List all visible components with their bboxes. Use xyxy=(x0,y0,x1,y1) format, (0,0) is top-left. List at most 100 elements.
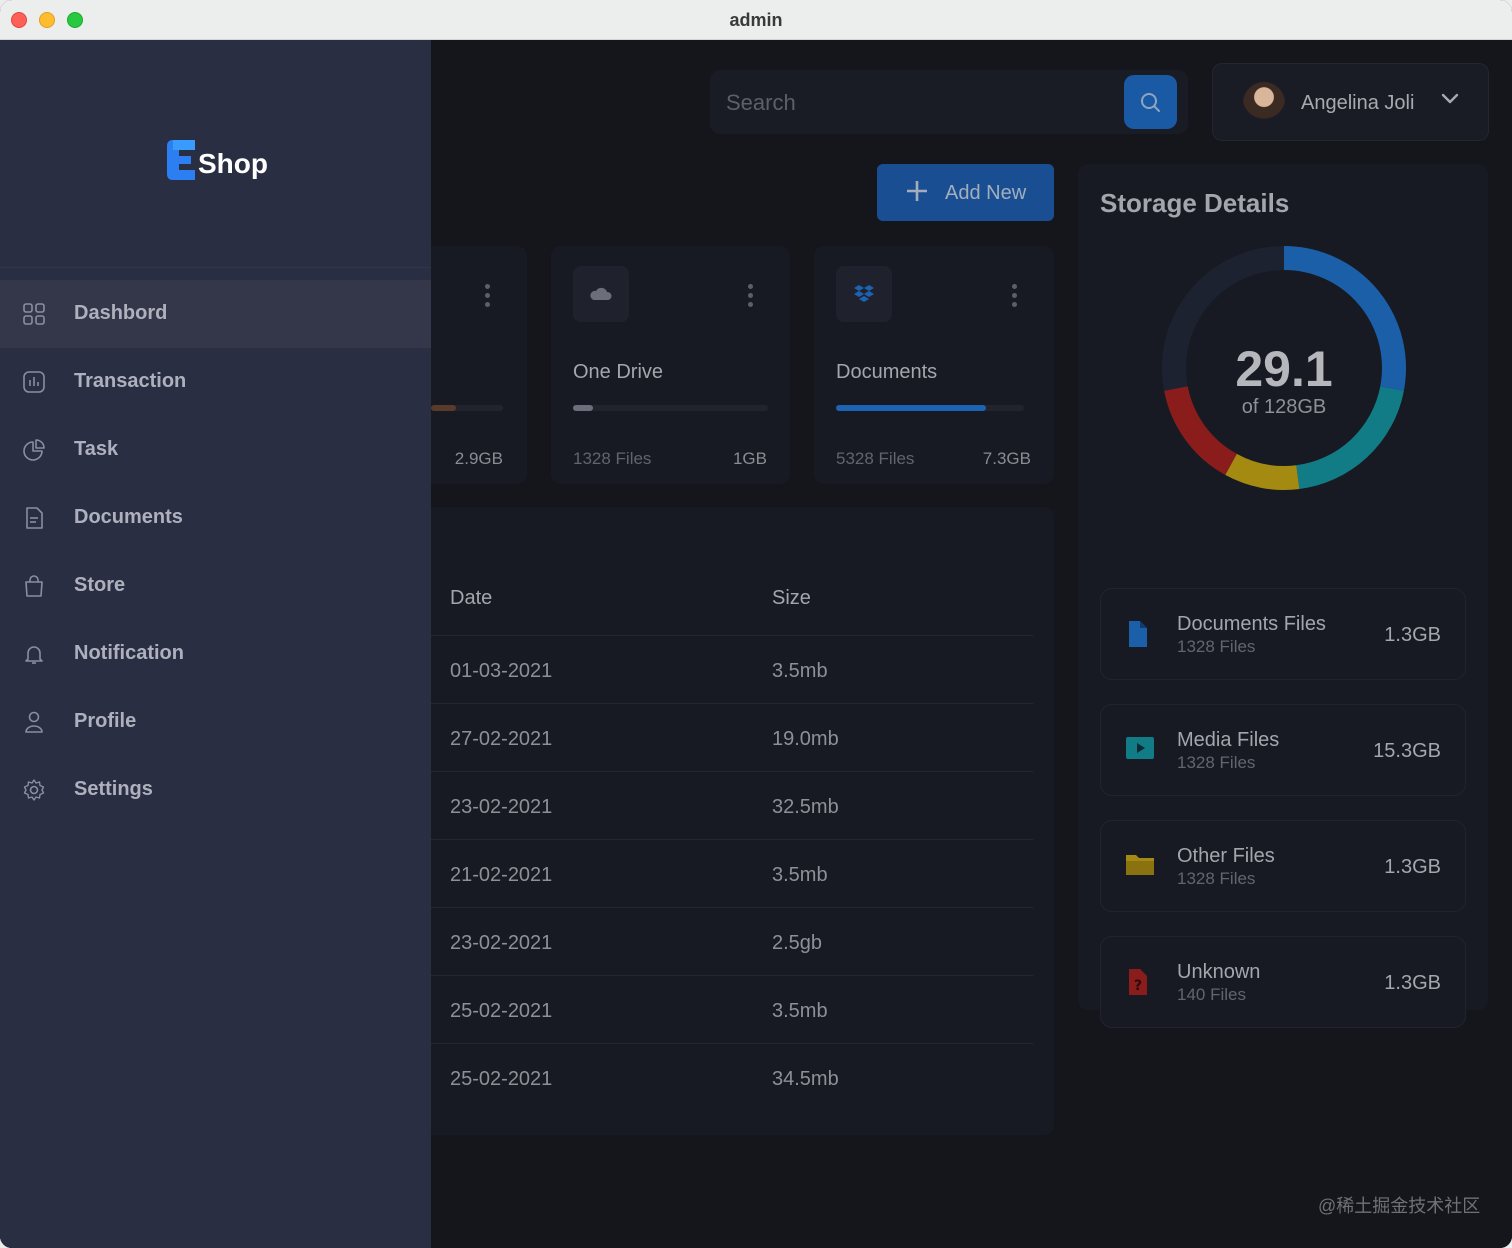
watermark: @稀土掘金技术社区 xyxy=(1318,1196,1481,1216)
shop-logo-icon xyxy=(167,140,195,180)
sidebar-item-store[interactable]: Store xyxy=(0,552,431,620)
search-button[interactable] xyxy=(1124,75,1177,129)
cell-date: 27-02-2021 xyxy=(450,728,553,750)
card-progress-track xyxy=(431,405,503,411)
svg-text:?: ? xyxy=(1134,978,1142,994)
pie-icon xyxy=(23,439,45,461)
cell-date: 25-02-2021 xyxy=(450,1068,553,1090)
more-options-icon[interactable] xyxy=(748,284,754,311)
table-row[interactable]: 01-03-2021 3.5mb xyxy=(431,635,1033,703)
table-row[interactable]: 21-02-2021 3.5mb xyxy=(431,839,1033,907)
cloud-icon xyxy=(590,287,612,300)
bell-icon xyxy=(25,646,43,664)
sidebar-item-notification[interactable]: Notification xyxy=(0,620,431,688)
donut-segment-other xyxy=(1225,453,1300,490)
cell-date: 21-02-2021 xyxy=(450,864,553,886)
cell-date: 23-02-2021 xyxy=(450,932,553,954)
storage-card-documents[interactable]: Documents 5328 Files 7.3GB xyxy=(814,246,1054,484)
sidebar-item-settings[interactable]: Settings xyxy=(0,756,431,824)
cell-size: 2.5gb xyxy=(772,932,823,954)
profile-name: Angelina Joli xyxy=(1301,92,1415,114)
storage-title: Storage Details xyxy=(1100,188,1290,218)
card-progress-track xyxy=(573,405,768,411)
profile-menu[interactable]: Angelina Joli xyxy=(1212,63,1489,141)
more-options-icon[interactable] xyxy=(485,284,491,311)
storage-info-size: 1.3GB xyxy=(1384,856,1441,878)
storage-info-count: 1328 Files xyxy=(1177,869,1256,888)
storage-info-unknown[interactable]: ? Unknown 140 Files 1.3GB xyxy=(1100,936,1466,1028)
table-row[interactable]: 25-02-2021 3.5mb xyxy=(431,975,1033,1043)
table-row[interactable]: 23-02-2021 2.5gb xyxy=(431,907,1033,975)
storage-info-size: 15.3GB xyxy=(1373,740,1441,762)
sidebar: Shop Dashbord Transaction Task Documents… xyxy=(0,40,431,1248)
card-icon-box xyxy=(836,266,892,322)
card-icon-box xyxy=(573,266,629,322)
sidebar-item-label: Dashbord xyxy=(74,302,168,324)
table-row[interactable]: 23-02-2021 32.5mb xyxy=(431,771,1033,839)
user-icon xyxy=(25,711,43,733)
cell-date: 23-02-2021 xyxy=(450,796,553,818)
sidebar-item-label: Profile xyxy=(74,710,137,732)
chevron-down-icon[interactable] xyxy=(1441,92,1459,106)
card-progress-track xyxy=(836,405,1024,411)
card-size: 1GB xyxy=(732,449,767,468)
table-row[interactable]: 25-02-2021 34.5mb xyxy=(431,1043,1033,1111)
column-header-date[interactable]: Date xyxy=(450,587,492,610)
storage-info-count: 1328 Files xyxy=(1177,637,1256,656)
storage-info-count: 1328 Files xyxy=(1177,753,1256,772)
card-size: 2.9GB xyxy=(454,449,503,468)
card-size: 7.3GB xyxy=(982,449,1031,468)
sidebar-item-task[interactable]: Task xyxy=(0,416,431,484)
sidebar-item-transaction[interactable]: Transaction xyxy=(0,348,431,416)
avatar xyxy=(1243,82,1285,124)
cell-size: 34.5mb xyxy=(772,1068,839,1090)
cell-date: 25-02-2021 xyxy=(450,1000,553,1022)
storage-info-name: Unknown xyxy=(1177,961,1261,983)
window-title: admin xyxy=(729,10,783,30)
card-title: Documents xyxy=(836,361,938,383)
sidebar-item-label: Store xyxy=(74,574,126,596)
app-window: admin Search Angelina Joli Add New 2.9GB xyxy=(0,0,1512,1248)
dropbox-icon xyxy=(854,285,874,302)
cell-size: 3.5mb xyxy=(772,864,828,886)
sidebar-divider xyxy=(0,267,431,268)
storage-card-partial[interactable]: 2.9GB xyxy=(431,246,527,484)
search-input[interactable]: Search xyxy=(726,90,796,116)
table-row[interactable]: 27-02-2021 19.0mb xyxy=(431,703,1033,771)
gear-icon xyxy=(23,779,45,801)
storage-info-other[interactable]: Other Files 1328 Files 1.3GB xyxy=(1100,820,1466,912)
search-icon xyxy=(1141,93,1160,112)
title-bar: admin xyxy=(0,0,1512,40)
content-area: Search Angelina Joli Add New 2.9GB One D… xyxy=(0,40,1512,1248)
storage-info-name: Documents Files xyxy=(1177,613,1326,635)
card-file-count: 1328 Files xyxy=(573,449,652,468)
search-box[interactable]: Search xyxy=(710,70,1188,134)
storage-info-documents[interactable]: Documents Files 1328 Files 1.3GB xyxy=(1100,588,1466,680)
media-play-icon xyxy=(1126,737,1154,759)
bag-icon xyxy=(25,575,43,597)
storage-info-name: Other Files xyxy=(1177,845,1275,867)
storage-info-count: 140 Files xyxy=(1177,985,1246,1004)
sidebar-item-dashboard[interactable]: Dashbord xyxy=(0,280,431,348)
cell-size: 32.5mb xyxy=(772,796,839,818)
unknown-file-icon: ? xyxy=(1129,969,1147,995)
sidebar-item-label: Transaction xyxy=(74,370,187,392)
storage-used-value: 29.1 xyxy=(1235,341,1333,397)
plus-icon xyxy=(907,181,927,201)
cell-size: 3.5mb xyxy=(772,660,828,682)
storage-card-one-drive[interactable]: One Drive 1328 Files 1GB xyxy=(551,246,790,484)
sidebar-item-documents[interactable]: Documents xyxy=(0,484,431,552)
storage-info-name: Media Files xyxy=(1177,729,1280,751)
sidebar-item-label: Notification xyxy=(74,642,184,664)
card-progress-fill xyxy=(573,405,593,411)
more-options-icon[interactable] xyxy=(1012,284,1018,311)
storage-details-panel: Storage Details 29.1 of 128GB Documents … xyxy=(1078,164,1488,1028)
chart-icon xyxy=(23,371,45,393)
storage-info-media[interactable]: Media Files 1328 Files 15.3GB xyxy=(1100,704,1466,796)
column-header-size[interactable]: Size xyxy=(772,587,811,610)
sidebar-item-profile[interactable]: Profile xyxy=(0,688,431,756)
add-new-button[interactable]: Add New xyxy=(877,164,1054,221)
cell-date: 01-03-2021 xyxy=(450,660,553,682)
add-new-label: Add New xyxy=(945,182,1027,204)
sidebar-item-label: Documents xyxy=(74,506,183,528)
